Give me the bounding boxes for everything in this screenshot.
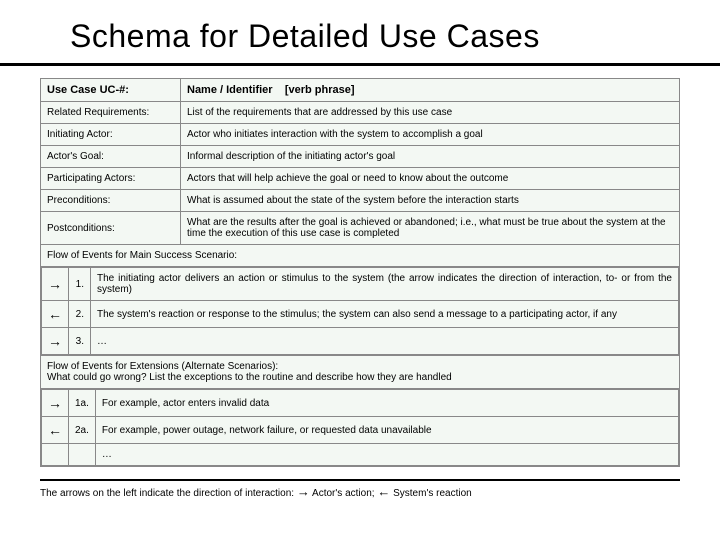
footer-prefix: The arrows on the left indicate the dire… (40, 488, 297, 499)
step-text: The initiating actor delivers an action … (91, 268, 679, 301)
header-usecase-id: Use Case UC-#: (41, 79, 181, 102)
header-name-label: Name / Identifier (187, 84, 273, 96)
desc: Actor who initiates interaction with the… (181, 124, 680, 146)
desc: List of the requirements that are addres… (181, 102, 680, 124)
header-name-identifier: Name / Identifier [verb phrase] (181, 79, 680, 102)
flow-ext-step: → 1a. For example, actor enters invalid … (42, 390, 679, 417)
flow-ext-header: Flow of Events for Extensions (Alternate… (41, 356, 680, 389)
step-text: … (91, 328, 679, 355)
page-title: Schema for Detailed Use Cases (0, 0, 720, 63)
label: Initiating Actor: (41, 124, 181, 146)
flow-main-header-text: Flow of Events for Main Success Scenario… (41, 245, 680, 267)
desc: What are the results after the goal is a… (181, 212, 680, 245)
flow-main-step: ← 2. The system's reaction or response t… (42, 301, 679, 328)
step-text: The system's reaction or response to the… (91, 301, 679, 328)
flow-main-steps: → 1. The initiating actor delivers an ac… (41, 267, 680, 356)
row-actors-goal: Actor's Goal: Informal description of th… (41, 146, 680, 168)
row-related-requirements: Related Requirements: List of the requir… (41, 102, 680, 124)
label: Participating Actors: (41, 168, 181, 190)
arrow-right-icon: → (42, 390, 69, 417)
step-number: 2. (69, 301, 91, 328)
arrow-right-icon: → (42, 328, 69, 355)
label: Preconditions: (41, 190, 181, 212)
flow-ext-step: ← 2a. For example, power outage, network… (42, 417, 679, 444)
arrow-right-icon: → (297, 484, 310, 499)
title-divider (0, 63, 720, 66)
flow-main-step: → 3. … (42, 328, 679, 355)
desc: Actors that will help achieve the goal o… (181, 168, 680, 190)
arrow-left-icon: ← (377, 484, 390, 499)
step-number: 3. (69, 328, 91, 355)
footer-note: The arrows on the left indicate the dire… (40, 479, 680, 499)
footer-actor-action: Actor's action; (312, 488, 377, 499)
desc: Informal description of the initiating a… (181, 146, 680, 168)
step-number: 1. (69, 268, 91, 301)
flow-main-header: Flow of Events for Main Success Scenario… (41, 245, 680, 267)
desc: What is assumed about the state of the s… (181, 190, 680, 212)
step-number (69, 444, 96, 466)
schema-table: Use Case UC-#: Name / Identifier [verb p… (40, 78, 680, 467)
label: Actor's Goal: (41, 146, 181, 168)
arrow-left-icon: ← (42, 417, 69, 444)
footer-system-reaction: System's reaction (393, 488, 472, 499)
flow-ext-steps: → 1a. For example, actor enters invalid … (41, 389, 680, 467)
header-verb-phrase: [verb phrase] (285, 84, 355, 96)
arrow-left-icon: ← (42, 301, 69, 328)
step-number: 2a. (69, 417, 96, 444)
step-text: For example, power outage, network failu… (95, 417, 678, 444)
arrow-icon (42, 444, 69, 466)
label: Related Requirements: (41, 102, 181, 124)
flow-main-step: → 1. The initiating actor delivers an ac… (42, 268, 679, 301)
step-text: For example, actor enters invalid data (95, 390, 678, 417)
step-text: … (95, 444, 678, 466)
label: Postconditions: (41, 212, 181, 245)
flow-ext-step: … (42, 444, 679, 466)
row-initiating-actor: Initiating Actor: Actor who initiates in… (41, 124, 680, 146)
row-preconditions: Preconditions: What is assumed about the… (41, 190, 680, 212)
row-postconditions: Postconditions: What are the results aft… (41, 212, 680, 245)
row-participating-actors: Participating Actors: Actors that will h… (41, 168, 680, 190)
header-row: Use Case UC-#: Name / Identifier [verb p… (41, 79, 680, 102)
flow-ext-header-line2: What could go wrong? List the exceptions… (47, 372, 673, 383)
arrow-right-icon: → (42, 268, 69, 301)
step-number: 1a. (69, 390, 96, 417)
flow-ext-header-line1: Flow of Events for Extensions (Alternate… (47, 361, 673, 372)
